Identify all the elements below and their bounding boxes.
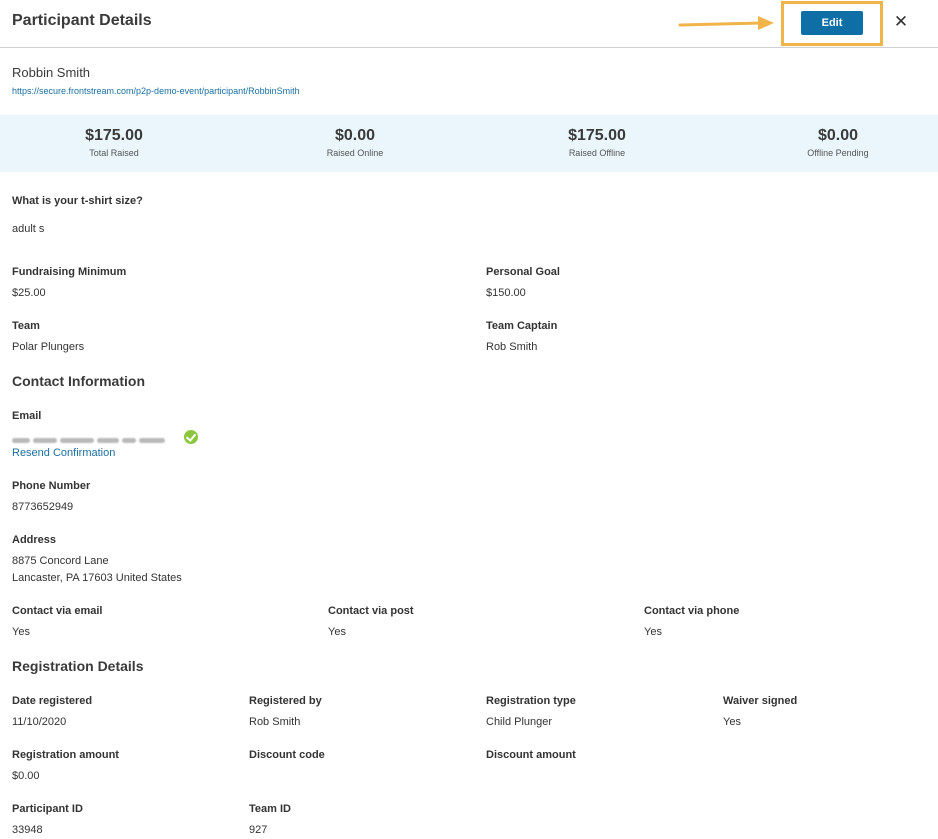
stat-value: $0.00 <box>334 127 376 144</box>
contact-via-email-field: Contact via email Yes <box>12 604 102 641</box>
field-label: Team <box>12 320 40 332</box>
field-value: 33948 <box>12 824 43 836</box>
field-label: Address <box>12 534 57 546</box>
discount-code-field: Discount code <box>249 748 325 762</box>
address-field: Address 8875 Concord Lane Lancaster, PA … <box>12 533 182 587</box>
stat-value: $175.00 <box>85 127 143 144</box>
field-value: $25.00 <box>12 287 46 299</box>
stat-label: Total Raised <box>89 148 139 158</box>
field-label: Fundraising Minimum <box>12 266 127 278</box>
field-label: Registration type <box>486 695 576 707</box>
field-label: Contact via email <box>12 605 103 617</box>
tshirt-field: What is your t-shirt size? adult s <box>12 194 143 238</box>
stat-offline-pending: $0.00 Offline Pending <box>748 126 928 158</box>
registration-amount-field: Registration amount $0.00 <box>12 748 119 785</box>
team-field: Team Polar Plungers <box>12 319 84 356</box>
stat-raised-online: $0.00 Raised Online <box>265 126 445 158</box>
field-value: $0.00 <box>12 770 40 782</box>
discount-amount-field: Discount amount <box>486 748 576 762</box>
field-value: Yes <box>328 626 346 638</box>
address-line-1: 8875 Concord Lane <box>12 555 109 567</box>
stats-bar: $175.00 Total Raised $0.00 Raised Online… <box>0 115 938 172</box>
contact-via-post-field: Contact via post Yes <box>328 604 414 641</box>
field-label: Team Captain <box>486 320 558 332</box>
field-value: adult s <box>12 223 45 235</box>
field-value: Rob Smith <box>249 716 301 728</box>
field-value: Rob Smith <box>486 341 538 353</box>
field-label: Registration amount <box>12 749 119 761</box>
field-value: 927 <box>249 824 268 836</box>
page-title: Participant Details <box>12 12 152 29</box>
field-label: Registered by <box>249 695 322 707</box>
address-line-2: Lancaster, PA 17603 United States <box>12 572 182 584</box>
stat-label: Raised Online <box>326 148 384 158</box>
field-value: 11/10/2020 <box>12 716 67 728</box>
email-field: Email <box>12 409 41 423</box>
field-label: Personal Goal <box>486 266 560 278</box>
team-id-field: Team ID 927 <box>249 802 291 839</box>
field-label: What is your t-shirt size? <box>12 195 143 207</box>
contact-information-heading: Contact Information <box>12 373 145 389</box>
field-value: Yes <box>12 626 30 638</box>
fundraising-minimum-field: Fundraising Minimum $25.00 <box>12 265 126 302</box>
participant-url-link[interactable]: https://secure.frontstream.com/p2p-demo-… <box>12 86 300 96</box>
edit-button[interactable]: Edit <box>801 11 863 35</box>
field-label: Contact via phone <box>644 605 740 617</box>
waiver-signed-field: Waiver signed Yes <box>723 694 797 731</box>
phone-field: Phone Number 8773652949 <box>12 479 90 516</box>
personal-goal-field: Personal Goal $150.00 <box>486 265 560 302</box>
date-registered-field: Date registered 11/10/2020 <box>12 694 92 731</box>
field-label: Discount code <box>249 749 325 761</box>
registered-by-field: Registered by Rob Smith <box>249 694 322 731</box>
field-label: Team ID <box>249 803 291 815</box>
field-label: Discount amount <box>486 749 576 761</box>
registration-type-field: Registration type Child Plunger <box>486 694 576 731</box>
stat-value: $175.00 <box>568 127 626 144</box>
stat-value: $0.00 <box>817 127 859 144</box>
registration-details-heading: Registration Details <box>12 658 144 674</box>
field-label: Contact via post <box>328 605 414 617</box>
contact-via-phone-field: Contact via phone Yes <box>644 604 739 641</box>
field-value: Child Plunger <box>486 716 553 728</box>
stat-total-raised: $175.00 Total Raised <box>24 126 204 158</box>
field-label: Date registered <box>12 695 93 707</box>
check-circle-icon <box>184 430 198 444</box>
field-value: Yes <box>723 716 741 728</box>
field-label: Participant ID <box>12 803 83 815</box>
field-value: 8773652949 <box>12 501 74 513</box>
participant-name: Robbin Smith <box>12 65 91 80</box>
field-label: Waiver signed <box>723 695 798 707</box>
stat-label: Offline Pending <box>807 148 869 158</box>
redacted-email <box>12 432 172 444</box>
field-label: Email <box>12 410 42 422</box>
modal-header: Participant Details Edit ✕ <box>0 0 938 48</box>
field-value: Yes <box>644 626 662 638</box>
field-label: Phone Number <box>12 480 91 492</box>
stat-raised-offline: $175.00 Raised Offline <box>507 126 687 158</box>
team-captain-field: Team Captain Rob Smith <box>486 319 557 356</box>
close-icon[interactable]: ✕ <box>893 13 909 31</box>
resend-confirmation-link[interactable]: Resend Confirmation <box>12 447 115 459</box>
field-value: Polar Plungers <box>12 341 85 353</box>
field-value: $150.00 <box>486 287 526 299</box>
stat-label: Raised Offline <box>568 148 626 158</box>
participant-id-field: Participant ID 33948 <box>12 802 83 839</box>
arrow-icon <box>678 16 774 30</box>
